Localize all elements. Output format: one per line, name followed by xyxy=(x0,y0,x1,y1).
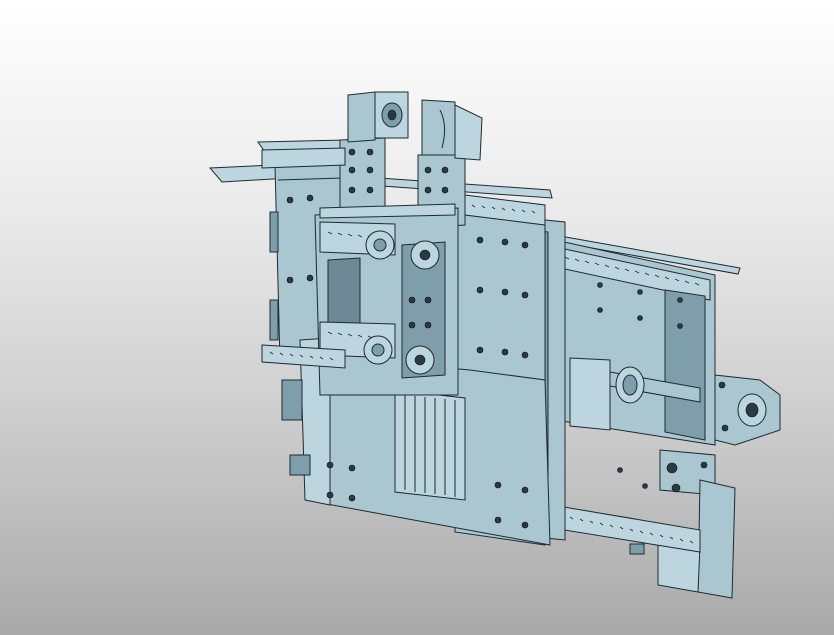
linear-guide-profile[interactable] xyxy=(394,389,466,501)
left-clamp-upright[interactable] xyxy=(339,91,409,219)
mechanical-assembly-model[interactable] xyxy=(0,0,834,635)
bottom-right-bracket[interactable] xyxy=(657,449,736,599)
cad-3d-viewport[interactable] xyxy=(0,0,834,635)
bearing-block-right[interactable] xyxy=(714,374,781,446)
bottom-right-rail[interactable] xyxy=(551,504,701,555)
